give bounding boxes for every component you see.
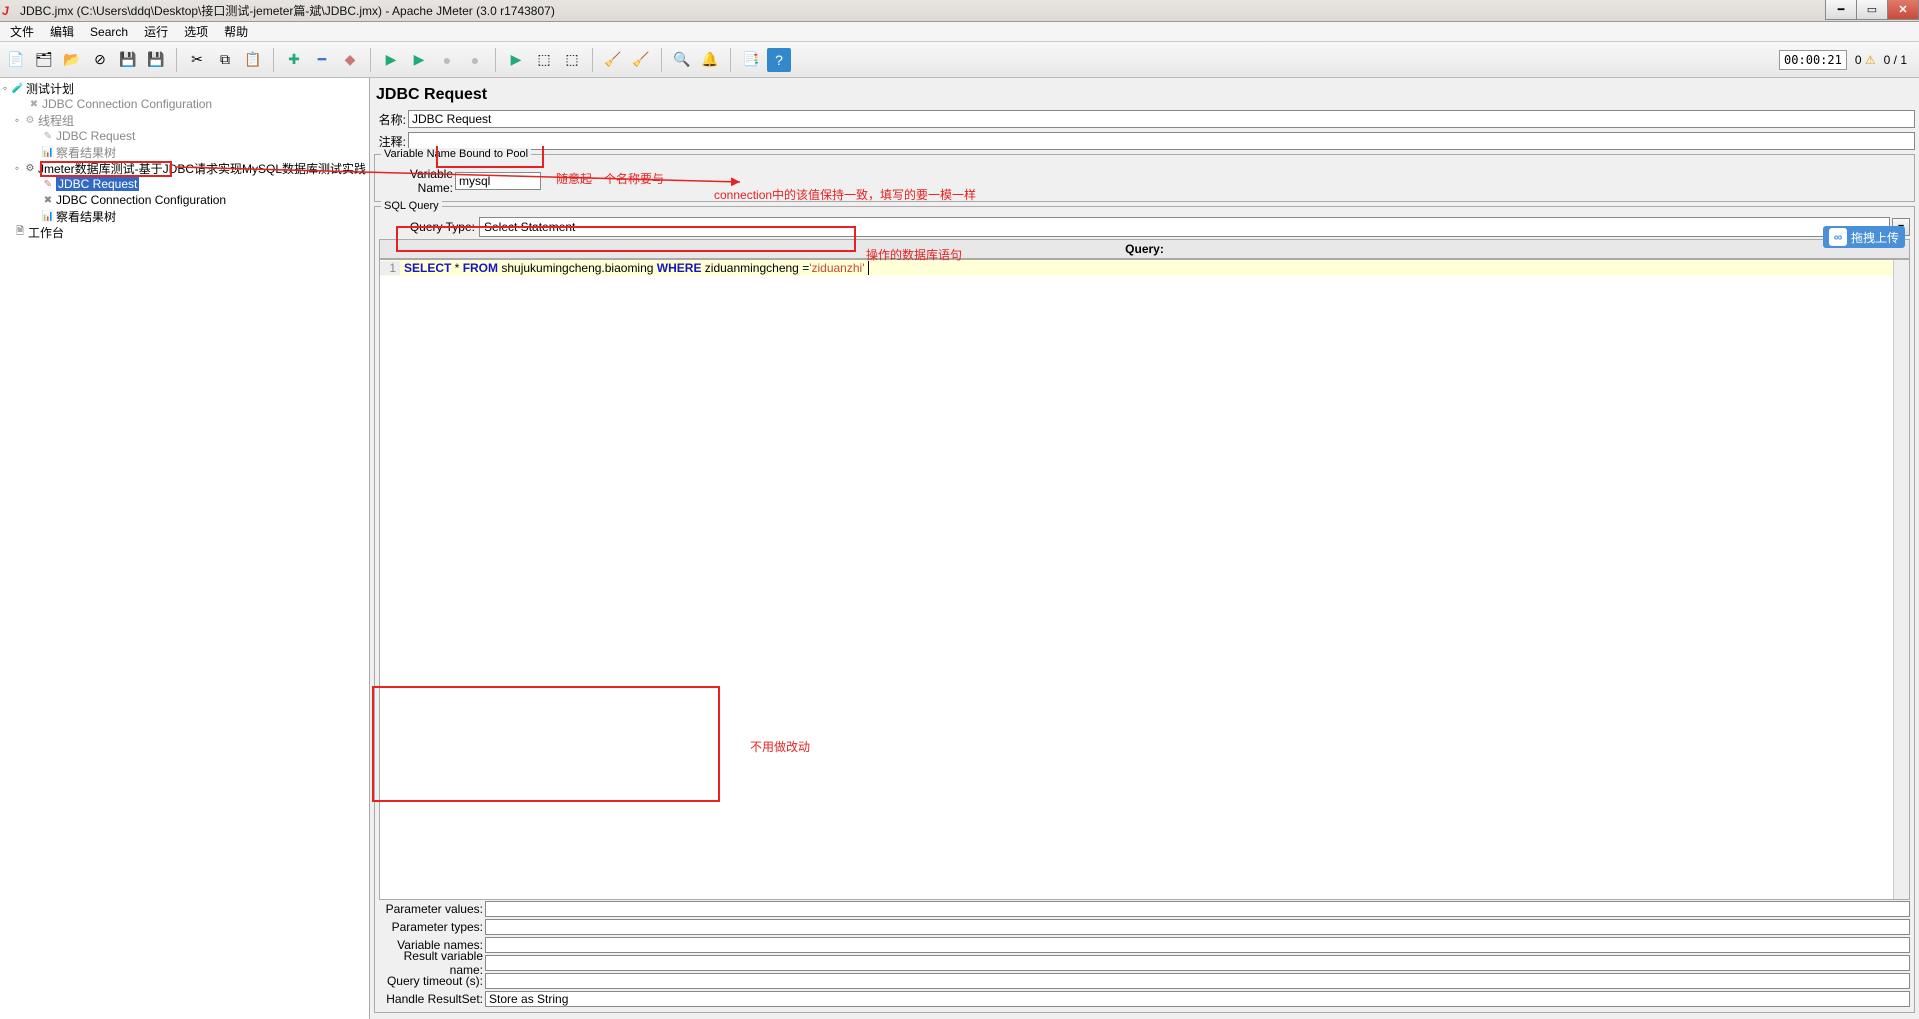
param-label: Result variable name: (379, 949, 485, 977)
tree-workbench[interactable]: 🗎 工作台 (0, 224, 369, 240)
result-variable-input[interactable] (485, 955, 1910, 971)
save-as-icon[interactable]: 💾 (144, 48, 168, 72)
save-icon[interactable]: 💾 (116, 48, 140, 72)
toggle-icon[interactable]: ◆ (338, 48, 362, 72)
query-timeout-input[interactable] (485, 973, 1910, 989)
run-icon[interactable]: ▶ (379, 48, 403, 72)
remote-shutdown-icon[interactable]: ⬚ (560, 48, 584, 72)
panel-title: JDBC Request (374, 82, 1915, 108)
tree-item[interactable]: 📊 察看结果树 (0, 144, 369, 160)
reset-search-icon[interactable]: 🔔 (698, 48, 722, 72)
minimize-button[interactable]: ━ (1825, 0, 1857, 20)
param-label: Parameter types: (379, 920, 485, 934)
tree-item[interactable]: 📊 察看结果树 (0, 208, 369, 224)
menu-bar: 文件 编辑 Search 运行 选项 帮助 (0, 22, 1919, 42)
stop-icon[interactable]: ● (435, 48, 459, 72)
templates-icon[interactable]: 🗂 (32, 48, 56, 72)
tree-item[interactable]: ✖ JDBC Connection Configuration (0, 192, 369, 208)
upload-icon: ∞ (1829, 228, 1847, 246)
group-legend: Variable Name Bound to Pool (381, 148, 531, 160)
query-type-label: Query Type: (379, 220, 479, 234)
tree-item[interactable]: ◦ ⚙ 线程组 (0, 112, 369, 128)
close-button[interactable]: ✕ (1887, 0, 1919, 20)
clear-all-icon[interactable]: 🧹 (629, 48, 653, 72)
query-type-combo[interactable]: Select Statement (479, 217, 1890, 237)
menu-options[interactable]: 选项 (178, 21, 214, 42)
window-title: JDBC.jmx (C:\Users\ddq\Desktop\接口测试-jeme… (20, 2, 555, 19)
query-editor[interactable]: 1 SELECT * FROM shujukumingcheng.biaomin… (379, 259, 1910, 900)
handle-label: Handle ResultSet: (379, 992, 485, 1006)
shutdown-icon[interactable]: ● (463, 48, 487, 72)
query-header: Query: (379, 239, 1910, 259)
close-icon[interactable]: ⊘ (88, 48, 112, 72)
copy-icon[interactable]: ⧉ (213, 48, 237, 72)
help-icon[interactable]: ? (767, 48, 791, 72)
group-legend: SQL Query (381, 200, 442, 212)
maximize-button[interactable]: ▭ (1856, 0, 1888, 20)
remote-start-icon[interactable]: ▶ (504, 48, 528, 72)
tree-item-selected[interactable]: ✎ JDBC Request (0, 176, 369, 192)
variable-name-label: Variable Name: (379, 167, 455, 195)
tree-item[interactable]: ✖ JDBC Connection Configuration (0, 96, 369, 112)
collapse-icon[interactable]: ━ (310, 48, 334, 72)
line-number: 1 (380, 261, 400, 275)
menu-search[interactable]: Search (84, 23, 134, 41)
handle-resultset-combo[interactable]: Store as String (485, 991, 1910, 1007)
menu-file[interactable]: 文件 (4, 21, 40, 42)
query-type-value: Select Statement (484, 220, 575, 234)
menu-run[interactable]: 运行 (138, 21, 174, 42)
tree-item[interactable]: ◦ ⚙ Jmeter数据库测试-基于JDBC请求实现MySQL数据库测试实践 (0, 160, 369, 176)
open-icon[interactable]: 📂 (60, 48, 84, 72)
toolbar: 📄 🗂 📂 ⊘ 💾 💾 ✂ ⧉ 📋 ✚ ━ ◆ ▶ ▶ ● ● ▶ ⬚ ⬚ 🧹 … (0, 42, 1919, 78)
function-helper-icon[interactable]: 📑 (739, 48, 763, 72)
paste-icon[interactable]: 📋 (241, 48, 265, 72)
name-input[interactable] (408, 110, 1915, 128)
new-icon[interactable]: 📄 (4, 48, 28, 72)
menu-help[interactable]: 帮助 (218, 21, 254, 42)
comment-input[interactable] (408, 132, 1915, 150)
search-icon[interactable]: 🔍 (670, 48, 694, 72)
warning-icon: ⚠ (1865, 53, 1876, 67)
thread-count: 0 / 1 (1884, 53, 1907, 67)
menu-edit[interactable]: 编辑 (44, 21, 80, 42)
param-values-input[interactable] (485, 901, 1910, 917)
run-no-timers-icon[interactable]: ▶ (407, 48, 431, 72)
tree-pane[interactable]: ◦ 🧪 测试计划 ✖ JDBC Connection Configuration… (0, 78, 370, 1019)
group-variable-pool: Variable Name Bound to Pool Variable Nam… (374, 154, 1915, 202)
cut-icon[interactable]: ✂ (185, 48, 209, 72)
expand-icon[interactable]: ✚ (282, 48, 306, 72)
content-pane: JDBC Request 名称: 注释: Variable Name Bound… (370, 78, 1919, 1019)
remote-stop-icon[interactable]: ⬚ (532, 48, 556, 72)
param-label: Query timeout (s): (379, 974, 485, 988)
comment-label: 注释: (374, 133, 408, 150)
param-types-input[interactable] (485, 919, 1910, 935)
upload-badge[interactable]: ∞ 拖拽上传 (1823, 226, 1905, 248)
variable-name-input[interactable] (455, 172, 541, 190)
param-label: Parameter values: (379, 902, 485, 916)
warning-count: 0 ⚠ (1855, 53, 1876, 67)
group-sql-query: SQL Query Query Type: Select Statement ▾… (374, 206, 1915, 1013)
scrollbar[interactable] (1893, 260, 1909, 899)
elapsed-timer: 00:00:21 (1779, 50, 1847, 70)
param-rows: Parameter values: Parameter types: Varia… (379, 900, 1910, 1008)
title-bar: J JDBC.jmx (C:\Users\ddq\Desktop\接口测试-je… (0, 0, 1919, 22)
variable-names-input[interactable] (485, 937, 1910, 953)
tree-root[interactable]: ◦ 🧪 测试计划 (0, 80, 369, 96)
name-label: 名称: (374, 111, 408, 128)
app-icon: J (2, 4, 16, 18)
clear-icon[interactable]: 🧹 (601, 48, 625, 72)
tree-item[interactable]: ✎ JDBC Request (0, 128, 369, 144)
upload-label: 拖拽上传 (1851, 229, 1899, 246)
